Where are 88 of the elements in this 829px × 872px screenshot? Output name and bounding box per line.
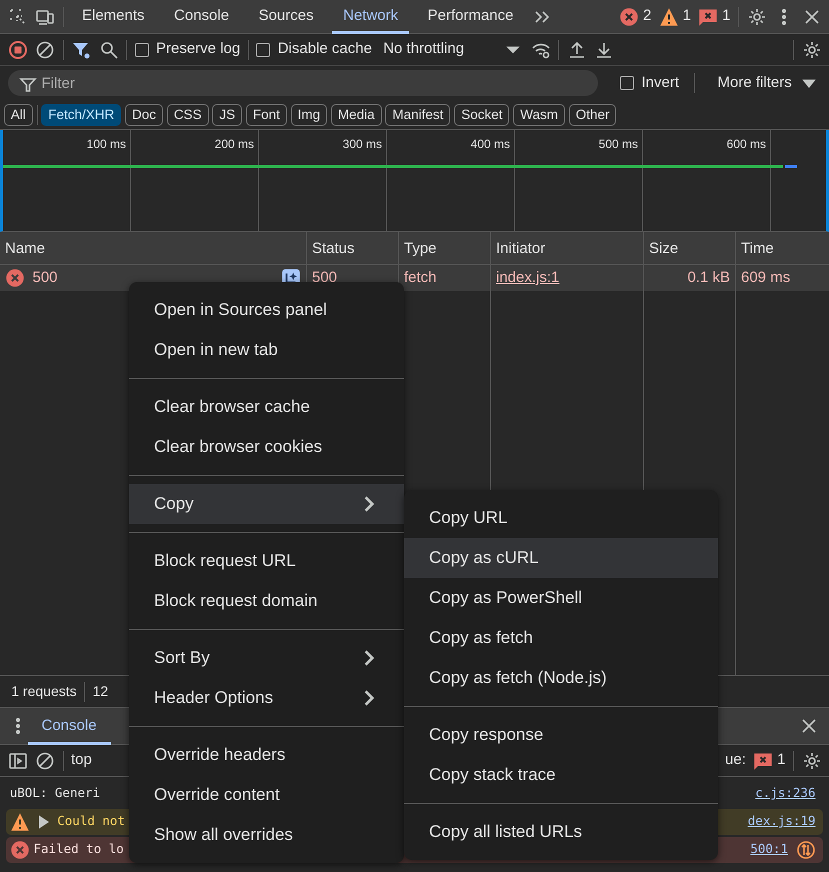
clear-icon[interactable] — [35, 750, 55, 770]
drawer-tab[interactable]: Console — [28, 708, 111, 744]
count-text: 1 — [682, 6, 691, 26]
menu-item[interactable]: Block request domain — [129, 581, 404, 621]
filter-chip[interactable]: Socket — [454, 104, 510, 126]
warning-icon — [10, 812, 30, 832]
checkbox-label[interactable]: Disable cache — [278, 38, 372, 61]
menu-item[interactable]: Copy as fetch — [404, 618, 718, 658]
menu-item[interactable]: Clear browser cookies — [129, 427, 404, 467]
panel-tab[interactable]: Performance — [416, 0, 524, 34]
filter-chip[interactable]: Img — [290, 104, 328, 126]
menu-item[interactable]: Copy as PowerShell — [404, 578, 718, 618]
menu-item[interactable]: Sort By — [129, 638, 404, 678]
filter-chip[interactable]: Font — [246, 104, 287, 126]
menu-item[interactable]: Copy stack trace — [404, 755, 718, 795]
menu-item[interactable]: Copy as fetch (Node.js) — [404, 658, 718, 698]
transfer-size: 12 — [92, 682, 108, 701]
table-cell: fetch — [404, 269, 437, 286]
filter-chip[interactable]: Media — [330, 104, 382, 126]
source-link[interactable]: 500:1 — [750, 840, 788, 860]
throttling-dropdown[interactable]: No throttling — [383, 38, 524, 61]
menu-item[interactable]: Copy URL — [404, 498, 718, 538]
tick-label: 100 ms — [86, 137, 126, 151]
network-request-icon[interactable] — [796, 840, 816, 860]
tick-label: 200 ms — [214, 137, 254, 151]
menu-item[interactable]: Override content — [129, 775, 404, 815]
table-cell: 500 — [312, 269, 338, 286]
checkbox-label[interactable]: Preserve log — [156, 38, 240, 61]
source-link[interactable]: dex.js:19 — [748, 812, 816, 832]
table-cell: 0.1 kB — [687, 269, 730, 286]
filter-chip[interactable]: Manifest — [385, 104, 450, 126]
filter-chip[interactable]: Fetch/XHR — [41, 104, 122, 126]
filter-chip[interactable]: Other — [568, 104, 616, 126]
checkbox[interactable] — [134, 42, 148, 56]
filter-field[interactable]: Filter — [8, 70, 598, 96]
console-message: Failed to lo — [34, 840, 124, 858]
menu-item[interactable]: Clear browser cache — [129, 387, 404, 427]
console-message: uBOL: Generi — [10, 784, 100, 802]
count-text: 2 — [642, 6, 652, 26]
menu-item[interactable]: Copy all listed URLs — [404, 812, 718, 852]
filter-chip[interactable]: All — [4, 104, 33, 126]
filter-chip[interactable]: Wasm — [513, 104, 565, 126]
search-icon[interactable] — [98, 40, 118, 60]
count-text: 1 — [722, 6, 730, 26]
count-text: 1 — [777, 750, 786, 770]
error-icon — [5, 268, 25, 288]
tick-label: 500 ms — [598, 137, 638, 151]
tick-label: 600 ms — [726, 137, 766, 151]
filter-icon — [18, 75, 38, 95]
sidebar-icon[interactable] — [8, 750, 28, 770]
menu-item[interactable]: Open in Sources panel — [129, 290, 404, 330]
menu-item[interactable]: Open in new tab — [129, 330, 404, 370]
initiator-link[interactable]: index.js:1 — [496, 269, 560, 286]
panel-tab[interactable]: Sources — [248, 0, 325, 34]
filter-chip[interactable]: CSS — [166, 104, 209, 126]
issue-icon[interactable] — [698, 6, 718, 26]
menu-item[interactable]: Copy response — [404, 715, 718, 755]
source-link[interactable]: c.js:236 — [755, 784, 816, 804]
warning-icon[interactable] — [658, 6, 679, 26]
error-icon[interactable] — [619, 6, 640, 26]
menu-item[interactable]: Header Options — [129, 678, 404, 718]
context-dropdown[interactable]: top — [71, 749, 92, 772]
menu-item[interactable]: Show all overrides — [129, 815, 404, 855]
filter-chip[interactable]: JS — [212, 104, 242, 126]
record-icon[interactable] — [8, 40, 28, 60]
error-icon — [10, 840, 30, 860]
menu-item[interactable]: Copy as cURL — [404, 538, 718, 578]
checkbox[interactable] — [620, 76, 634, 90]
tick-label: 300 ms — [342, 137, 382, 151]
menu-item[interactable]: Block request URL — [129, 541, 404, 581]
menu-item[interactable]: Override headers — [129, 735, 404, 775]
tick-label: 400 ms — [470, 137, 510, 151]
checkbox-label[interactable]: Invert — [642, 72, 680, 94]
column-header[interactable]: Time — [736, 232, 779, 264]
panel-tab[interactable]: Elements — [71, 0, 156, 34]
menu-item[interactable]: Copy — [129, 484, 404, 524]
clear-icon[interactable] — [35, 40, 55, 60]
checkbox[interactable] — [256, 42, 270, 56]
panel-tab[interactable]: Console — [163, 0, 240, 34]
waterfall-bar — [785, 165, 797, 168]
table-cell[interactable]: 500 — [32, 265, 58, 291]
issue-icon[interactable] — [753, 750, 774, 770]
filter-chip[interactable]: Doc — [125, 104, 164, 126]
table-cell: 609 ms — [741, 269, 790, 286]
issues-label: ue: — [725, 750, 746, 770]
more-filters-dropdown[interactable]: More filters — [718, 72, 820, 94]
request-count: 1 requests — [11, 682, 77, 701]
console-message: Could not — [57, 812, 125, 830]
